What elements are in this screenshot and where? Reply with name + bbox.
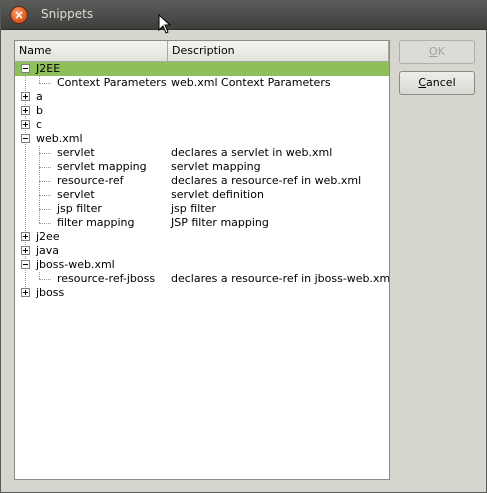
- mouse-pointer-icon: [158, 14, 172, 34]
- tree-row-web-xml[interactable]: web.xml: [15, 132, 389, 146]
- tree-row-description: declares a resource-ref in jboss-web.xml: [171, 272, 390, 285]
- tree-row-label: filter mapping: [57, 216, 135, 229]
- tree-row-servlet-mapping[interactable]: servlet mapping servlet mapping: [15, 160, 389, 174]
- tree-row-description: servlet definition: [171, 188, 264, 201]
- tree-row-label: java: [36, 244, 60, 257]
- tree-row-resource-ref-jboss[interactable]: resource-ref-jboss declares a resource-r…: [15, 272, 389, 286]
- expand-icon[interactable]: [21, 232, 30, 241]
- tree-row-jboss[interactable]: jboss: [15, 286, 389, 300]
- tree-row-java[interactable]: java: [15, 244, 389, 258]
- tree-row-label: jboss-web.xml: [36, 258, 115, 271]
- tree-row-a[interactable]: a: [15, 90, 389, 104]
- tree-row-jsp-filter[interactable]: jsp filter jsp filter: [15, 202, 389, 216]
- tree-row-label: Context Parameters: [57, 76, 167, 89]
- column-header-name[interactable]: Name: [15, 41, 168, 61]
- tree-row-label: servlet: [57, 188, 95, 201]
- expand-icon[interactable]: [21, 288, 30, 297]
- tree-row-resource-ref[interactable]: resource-ref declares a resource-ref in …: [15, 174, 389, 188]
- tree-row-label: resource-ref: [57, 174, 124, 187]
- collapse-icon[interactable]: [21, 134, 30, 143]
- tree-row-j2ee-lower[interactable]: j2ee: [15, 230, 389, 244]
- tree-row-label: b: [36, 104, 43, 117]
- tree-row-label: servlet: [57, 146, 95, 159]
- column-header-description[interactable]: Description: [168, 41, 389, 61]
- tree-row-c[interactable]: c: [15, 118, 389, 132]
- tree-row-label: J2EE: [36, 62, 61, 75]
- tree-row-filter-mapping[interactable]: filter mapping JSP filter mapping: [15, 216, 389, 230]
- tree-row-description: web.xml Context Parameters: [171, 76, 331, 89]
- tree-row-label: j2ee: [36, 230, 60, 243]
- tree-row-j2ee[interactable]: J2EE: [15, 62, 389, 76]
- ok-button[interactable]: OK: [399, 40, 475, 64]
- tree-row-description: servlet mapping: [171, 160, 261, 173]
- collapse-icon[interactable]: [21, 260, 30, 269]
- tree-header: Name Description: [15, 41, 389, 62]
- expand-icon[interactable]: [21, 106, 30, 115]
- tree-row-description: declares a servlet in web.xml: [171, 146, 333, 159]
- tree-row-label: jsp filter: [57, 202, 102, 215]
- snippets-dialog: × Snippets Name Description J2EE Context…: [0, 0, 487, 493]
- tree-row-label: resource-ref-jboss: [57, 272, 156, 285]
- snippets-tree[interactable]: Name Description J2EE Context Parameters…: [14, 40, 390, 480]
- tree-row-servlet[interactable]: servlet declares a servlet in web.xml: [15, 146, 389, 160]
- ok-label: K: [437, 45, 445, 58]
- cancel-label: ancel: [426, 76, 456, 89]
- collapse-icon[interactable]: [21, 64, 30, 73]
- tree-row-servlet-definition[interactable]: servlet servlet definition: [15, 188, 389, 202]
- expand-icon[interactable]: [21, 246, 30, 255]
- cancel-button[interactable]: Cancel: [399, 71, 475, 95]
- tree-row-description: JSP filter mapping: [171, 216, 269, 229]
- tree-row-description: declares a resource-ref in web.xml: [171, 174, 362, 187]
- tree-row-b[interactable]: b: [15, 104, 389, 118]
- tree-row-label: jboss: [36, 286, 65, 299]
- cancel-mnemonic: C: [418, 76, 427, 89]
- tree-row-description: jsp filter: [171, 202, 216, 215]
- title-bar[interactable]: × Snippets: [1, 0, 487, 34]
- tree-row-label: c: [36, 118, 43, 131]
- expand-icon[interactable]: [21, 120, 30, 129]
- expand-icon[interactable]: [21, 92, 30, 101]
- close-icon[interactable]: ×: [11, 7, 27, 23]
- tree-row-label: a: [36, 90, 43, 103]
- tree-row-context-parameters[interactable]: Context Parameters web.xml Context Param…: [15, 76, 389, 90]
- window-title: Snippets: [41, 7, 94, 21]
- tree-row-label: web.xml: [36, 132, 83, 145]
- tree-row-jboss-web-xml[interactable]: jboss-web.xml: [15, 258, 389, 272]
- ok-mnemonic: O: [429, 45, 438, 58]
- tree-row-label: servlet mapping: [57, 160, 147, 173]
